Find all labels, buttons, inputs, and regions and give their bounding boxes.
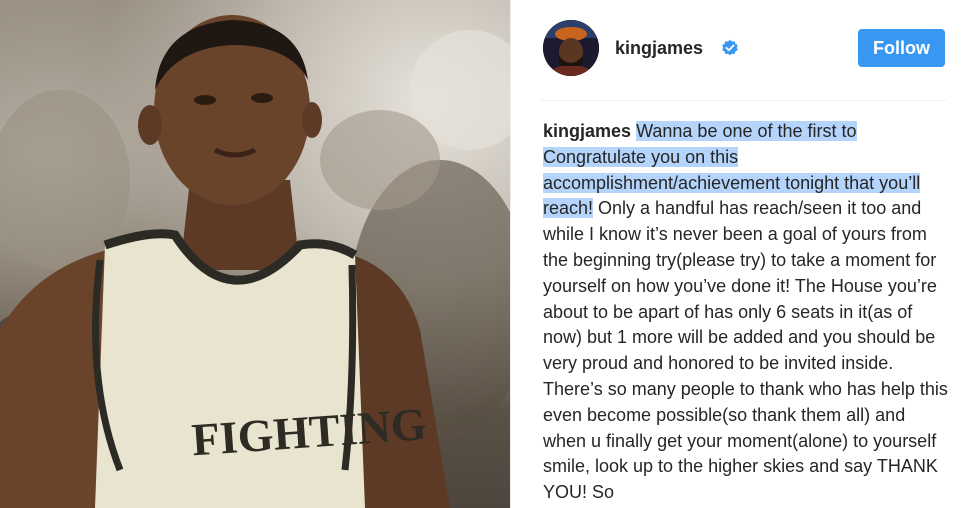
post-username[interactable]: kingjames bbox=[615, 38, 703, 59]
header-divider bbox=[541, 100, 946, 101]
profile-avatar[interactable] bbox=[543, 20, 599, 76]
player-photo-illustration: FIGHTING bbox=[0, 15, 510, 508]
post-caption: kingjames Wanna be one of the first to C… bbox=[543, 119, 953, 506]
caption-username[interactable]: kingjames bbox=[543, 121, 631, 141]
post-panel: kingjames Follow kingjames Wanna be one … bbox=[511, 0, 980, 508]
avatar-image bbox=[543, 20, 599, 76]
follow-button[interactable]: Follow bbox=[858, 29, 945, 67]
post-header: kingjames Follow bbox=[511, 0, 980, 100]
post-photo[interactable]: FIGHTING bbox=[0, 0, 510, 508]
caption-text: Only a handful has reach/seen it too and… bbox=[543, 198, 948, 503]
verified-badge-icon bbox=[721, 39, 739, 57]
